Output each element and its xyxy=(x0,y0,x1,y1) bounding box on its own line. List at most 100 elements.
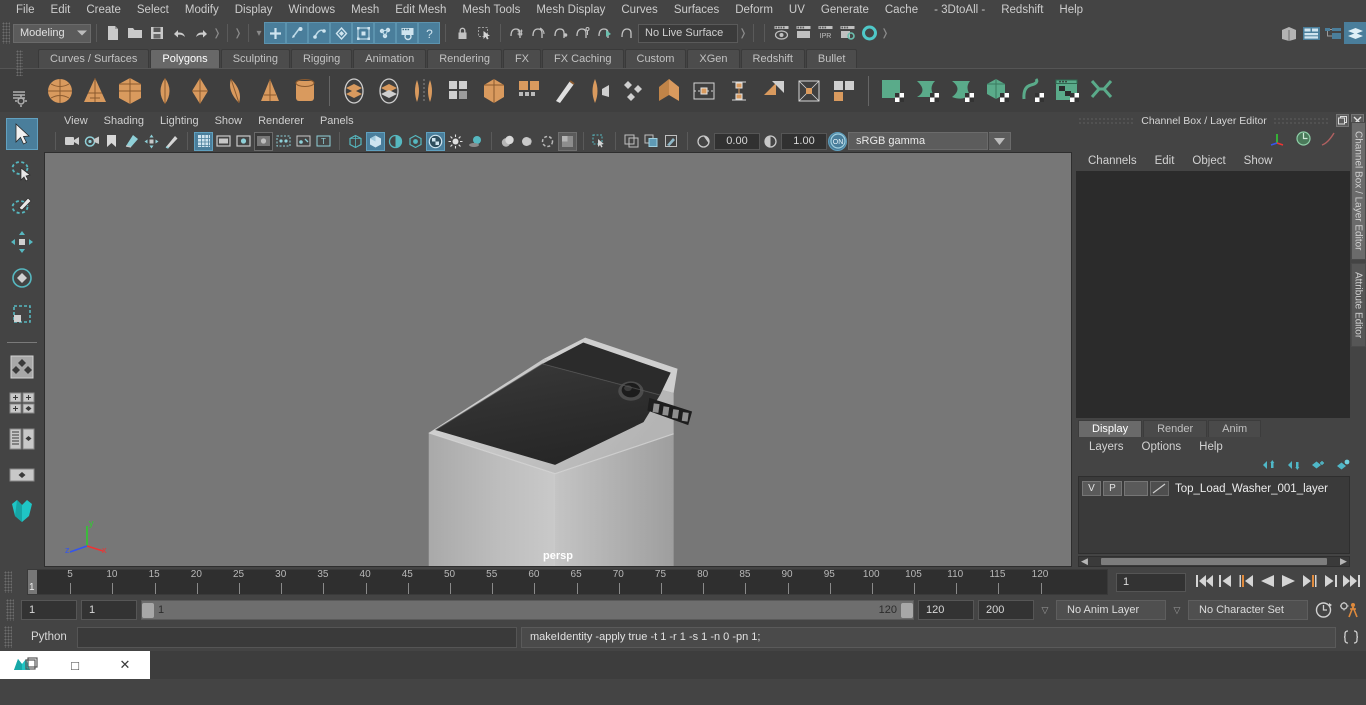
shadows-icon[interactable] xyxy=(466,132,485,151)
boolean-union-icon[interactable] xyxy=(338,75,370,107)
go-to-start-icon[interactable] xyxy=(1196,574,1213,591)
select-by-component-type-icon[interactable] xyxy=(308,22,330,44)
channel-box-menu-show[interactable]: Show xyxy=(1236,154,1281,168)
polygon-disc-icon[interactable] xyxy=(254,75,286,107)
dock-tab-attribute-editor[interactable]: Attribute Editor xyxy=(1350,262,1366,347)
ipr-render-icon[interactable]: IPR xyxy=(814,22,836,44)
layer-menu-layers[interactable]: Layers xyxy=(1082,440,1131,454)
lock-icon[interactable] xyxy=(451,22,473,44)
live-surface-field[interactable]: No Live Surface xyxy=(638,23,738,43)
uv-checker-icon[interactable] xyxy=(828,75,860,107)
boolean-difference-icon[interactable] xyxy=(373,75,405,107)
layer-menu-options[interactable]: Options xyxy=(1135,440,1189,454)
extract-icon[interactable] xyxy=(443,75,475,107)
render-view-icon[interactable] xyxy=(770,22,792,44)
image-plane-icon[interactable] xyxy=(122,132,141,151)
nurbs-plane-icon[interactable] xyxy=(877,75,909,107)
layer-tab-render[interactable]: Render xyxy=(1143,420,1208,437)
polygon-torus-icon[interactable] xyxy=(184,75,216,107)
shelf-options-icon[interactable] xyxy=(14,94,28,111)
menu-item-display[interactable]: Display xyxy=(227,2,281,18)
menu-item-help[interactable]: Help xyxy=(1051,2,1091,18)
menu-item-mesh-display[interactable]: Mesh Display xyxy=(528,2,613,18)
nurbs-curve-surface-icon[interactable] xyxy=(947,75,979,107)
move-pivot-icon[interactable] xyxy=(688,75,720,107)
menu-item-file[interactable]: File xyxy=(8,2,43,18)
auto-keyframe-icon[interactable] xyxy=(1312,599,1334,621)
select-by-object-type-icon[interactable] xyxy=(286,22,308,44)
shelf-tab-bullet[interactable]: Bullet xyxy=(805,49,858,68)
shelf-tab-polygons[interactable]: Polygons xyxy=(150,49,220,68)
menu-item-edit-mesh[interactable]: Edit Mesh xyxy=(387,2,454,18)
nurbs-surface-icon[interactable] xyxy=(912,75,944,107)
new-layer-icon[interactable] xyxy=(1310,459,1325,474)
layer-list[interactable]: V P Top_Load_Washer_001_layer xyxy=(1078,476,1350,554)
dock-tab-channel-box[interactable]: Channel Box / Layer Editor xyxy=(1350,122,1366,260)
new-scene-icon[interactable] xyxy=(102,22,124,44)
move-tool-icon[interactable] xyxy=(6,226,38,258)
layer-display-type-toggle[interactable] xyxy=(1124,481,1148,496)
xray-joints-icon[interactable] xyxy=(642,132,661,151)
layer-list-scrollbar[interactable]: ◀ ▶ xyxy=(1078,556,1350,567)
wireframe-shading-icon[interactable] xyxy=(346,132,365,151)
snap-to-grid-icon[interactable] xyxy=(506,22,528,44)
layout-outliner-icon[interactable] xyxy=(1300,22,1322,44)
step-forward-keyframe-icon[interactable] xyxy=(1323,574,1337,591)
layer-playback-toggle[interactable]: P xyxy=(1103,481,1122,496)
panel-grip-left[interactable] xyxy=(1078,117,1136,124)
shelf-tab-rigging[interactable]: Rigging xyxy=(290,49,353,68)
layout-hypergraph-icon[interactable] xyxy=(1344,22,1366,44)
menu-set-selector[interactable]: Modeling xyxy=(13,23,91,43)
xray-active-components-icon[interactable] xyxy=(662,132,681,151)
panel-undock-icon[interactable] xyxy=(1336,114,1349,127)
render-settings-icon[interactable] xyxy=(836,22,858,44)
layout-single-icon[interactable] xyxy=(1278,22,1300,44)
status-line-gripper[interactable] xyxy=(2,22,10,44)
redo-icon[interactable] xyxy=(190,22,212,44)
step-back-keyframe-icon[interactable] xyxy=(1219,574,1233,591)
app-restore-button[interactable] xyxy=(0,651,50,679)
attribute-state-icon[interactable] xyxy=(1295,130,1312,150)
move-layer-down-icon[interactable] xyxy=(1285,459,1300,474)
viewport-menu-view[interactable]: View xyxy=(56,114,96,128)
texture-checker-icon[interactable] xyxy=(426,131,445,151)
anim-layer-dropdown-icon[interactable]: ▽ xyxy=(1038,605,1052,616)
select-mask-lattice-icon[interactable] xyxy=(352,22,374,44)
color-management-toggle-icon[interactable]: ON xyxy=(828,131,847,151)
app-close-button[interactable]: ✕ xyxy=(100,651,150,679)
make-live-icon[interactable] xyxy=(616,22,638,44)
range-handle-left[interactable] xyxy=(142,602,154,618)
color-space-field[interactable]: sRGB gamma xyxy=(848,132,988,150)
text-overlay-icon[interactable]: T xyxy=(314,132,333,151)
two-d-pan-zoom-icon[interactable] xyxy=(142,132,161,151)
four-view-layout-icon[interactable] xyxy=(6,387,38,419)
snap-to-curve-icon[interactable] xyxy=(528,22,550,44)
select-mask-dynamics-icon[interactable] xyxy=(374,22,396,44)
range-handle-right[interactable] xyxy=(901,602,913,618)
menu-item-create[interactable]: Create xyxy=(78,2,129,18)
xray-icon[interactable] xyxy=(622,132,641,151)
animation-preferences-icon[interactable] xyxy=(1338,599,1360,621)
expand-arrow-icon[interactable]: ❭ xyxy=(212,28,222,39)
range-track[interactable]: 1 120 xyxy=(141,600,914,620)
camera-icon[interactable] xyxy=(62,132,81,151)
polygon-sphere-icon[interactable] xyxy=(44,75,76,107)
expand-arrow-icon-2[interactable]: ❭ xyxy=(233,28,243,39)
camera-attributes-icon[interactable] xyxy=(82,132,101,151)
snap-to-projected-center-icon[interactable] xyxy=(572,22,594,44)
gamma-value[interactable]: 1.00 xyxy=(781,132,827,150)
uv-editor-icon[interactable] xyxy=(1052,75,1084,107)
save-scene-icon[interactable] xyxy=(146,22,168,44)
reduce-icon[interactable] xyxy=(513,75,545,107)
menu-item-uv[interactable]: UV xyxy=(781,2,813,18)
3d-viewport[interactable]: persp y z x xyxy=(44,152,1072,567)
menu-item-windows[interactable]: Windows xyxy=(280,2,343,18)
layout-persp-outliner-icon[interactable] xyxy=(1322,22,1344,44)
time-ruler[interactable]: 1 5 10 15 20 25 30 35 40 45 50 55 60 65 70 75 80 85 90 95 1… xyxy=(27,569,1108,595)
select-mask-rendering-icon[interactable] xyxy=(396,22,418,44)
menu-item-deform[interactable]: Deform xyxy=(727,2,781,18)
scroll-thumb[interactable] xyxy=(1101,558,1327,565)
multi-cut-icon[interactable] xyxy=(548,75,580,107)
textured-shading-icon[interactable] xyxy=(406,132,425,151)
range-slider-gripper[interactable] xyxy=(6,599,14,621)
